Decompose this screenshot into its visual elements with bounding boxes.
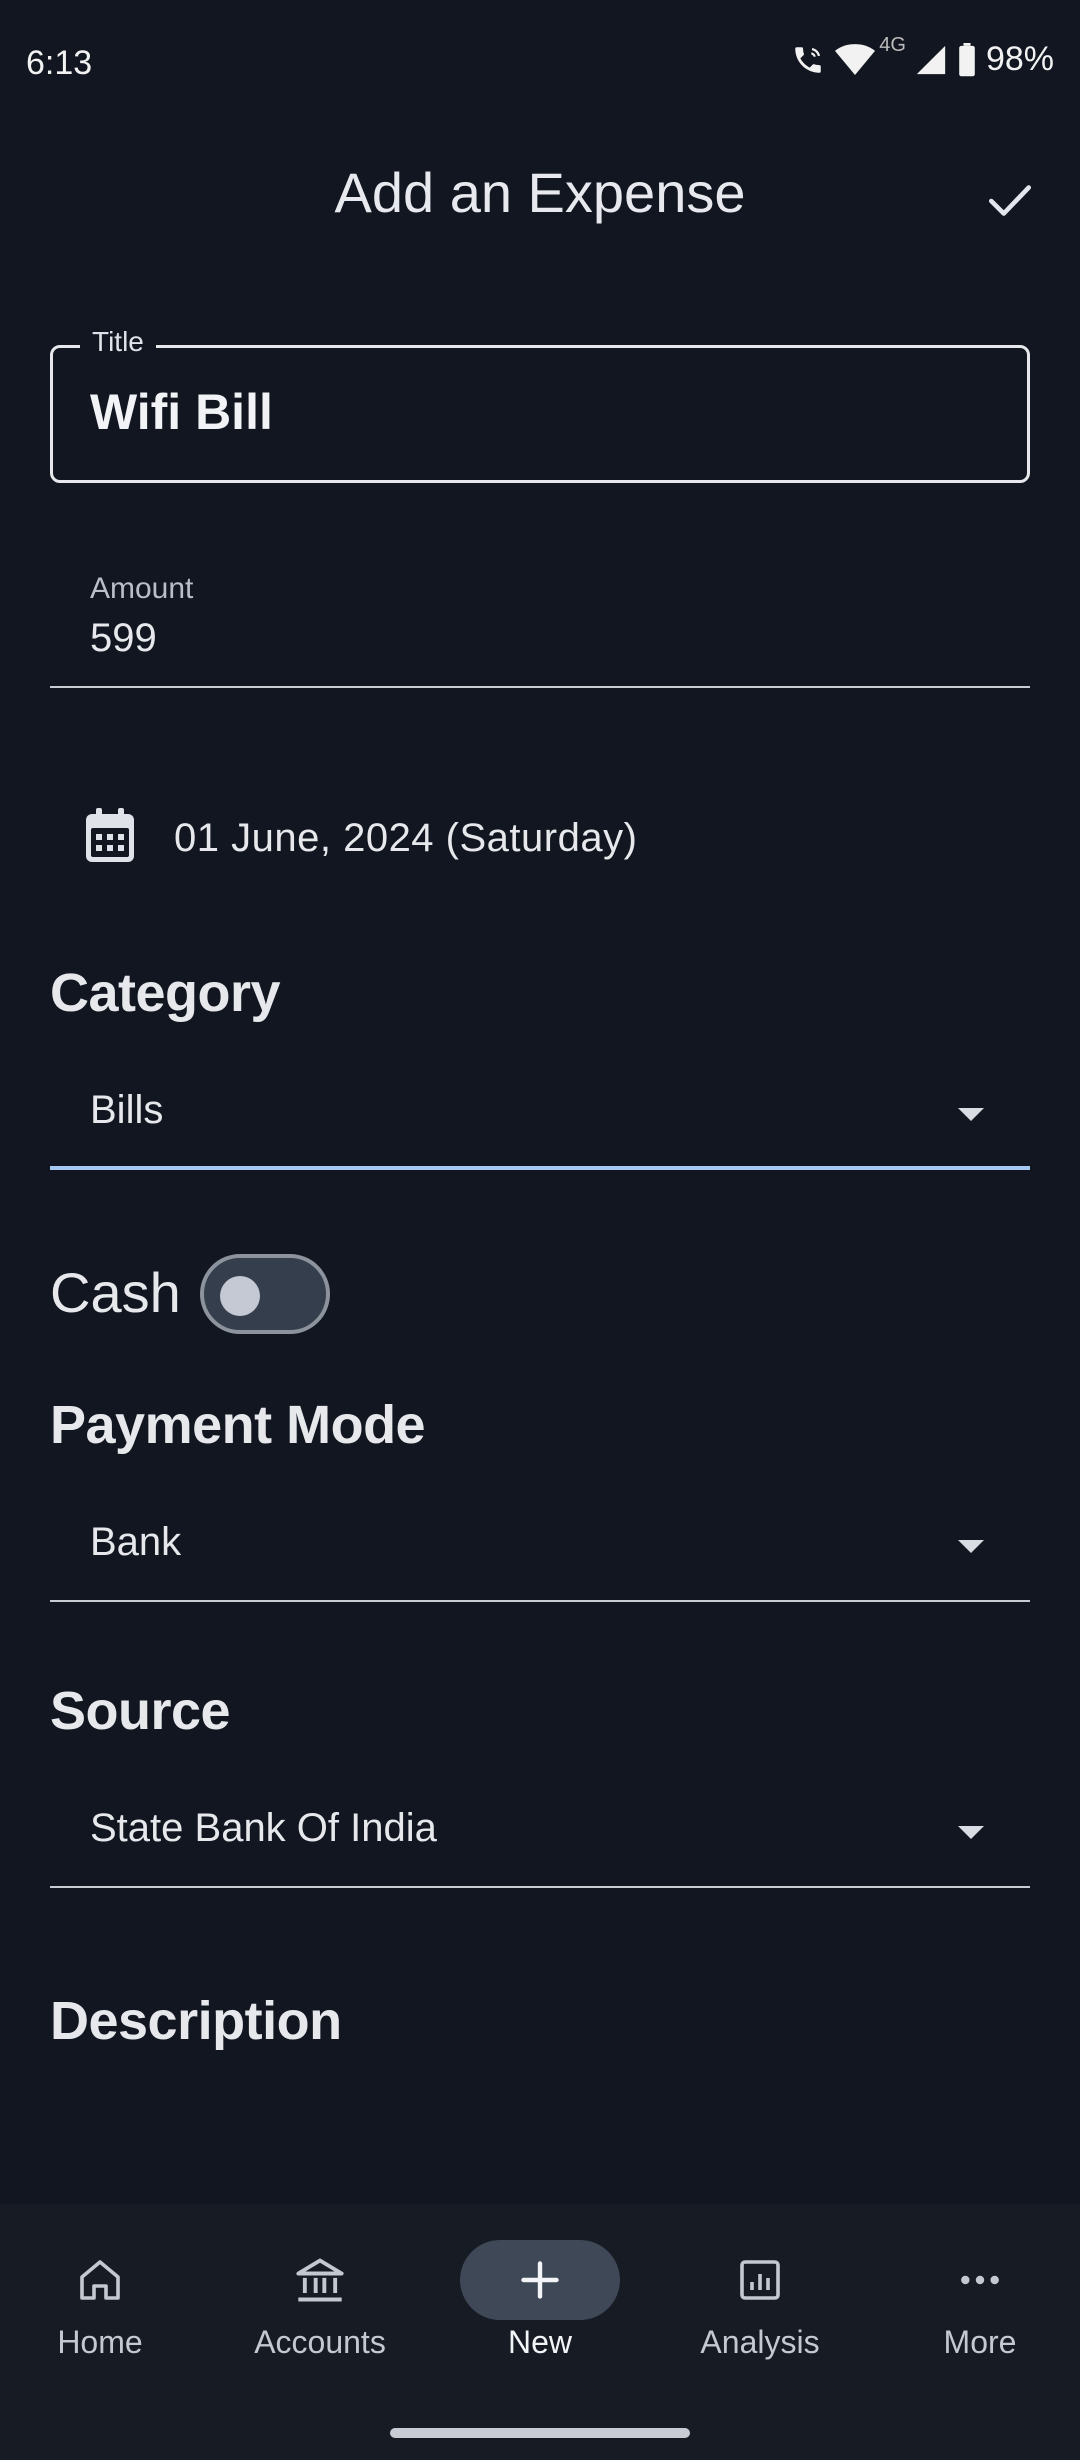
bank-icon	[240, 2240, 400, 2320]
battery-icon	[958, 42, 976, 77]
title-field-value[interactable]: Wifi Bill	[90, 383, 273, 441]
plus-icon	[460, 2240, 620, 2320]
more-horizontal-icon	[900, 2240, 1060, 2320]
date-value: 01 June, 2024 (Saturday)	[174, 816, 638, 860]
date-picker[interactable]: 01 June, 2024 (Saturday)	[84, 808, 637, 869]
calendar-icon	[84, 808, 136, 869]
cash-toggle[interactable]	[200, 1254, 330, 1334]
network-type-label: 4G	[879, 34, 906, 56]
dropdown-arrow-icon	[958, 1826, 984, 1839]
wifi-calling-icon	[791, 43, 825, 77]
signal-icon	[914, 43, 948, 77]
payment-mode-dropdown[interactable]: Bank	[50, 1492, 1030, 1602]
nav-new[interactable]: New	[440, 2204, 640, 2404]
title-field-label: Title	[80, 326, 156, 358]
bottom-navigation: Home Accounts New Analysis More	[0, 2204, 1080, 2460]
confirm-button[interactable]	[978, 170, 1042, 234]
dropdown-arrow-icon	[958, 1540, 984, 1553]
payment-mode-label: Payment Mode	[50, 1395, 426, 1455]
source-dropdown[interactable]: State Bank Of India	[50, 1778, 1030, 1888]
home-icon	[20, 2240, 180, 2320]
nav-accounts-label: Accounts	[254, 2324, 386, 2360]
amount-field-label: Amount	[90, 572, 194, 605]
page-title: Add an Expense	[334, 161, 746, 224]
nav-home-label: Home	[57, 2324, 143, 2360]
nav-analysis-label: Analysis	[700, 2324, 820, 2360]
payment-mode-underline	[50, 1600, 1030, 1602]
cash-label: Cash	[50, 1261, 181, 1324]
dropdown-arrow-icon	[958, 1108, 984, 1121]
wifi-icon	[835, 43, 876, 77]
status-icons: 4G 98%	[791, 34, 1054, 79]
analytics-icon	[680, 2240, 840, 2320]
category-underline	[50, 1166, 1030, 1170]
battery-percent: 98%	[985, 40, 1054, 78]
nav-accounts[interactable]: Accounts	[220, 2204, 420, 2404]
check-icon	[985, 175, 1035, 230]
nav-more-label: More	[943, 2324, 1017, 2360]
amount-field-underline	[50, 686, 1030, 688]
toggle-knob	[220, 1276, 260, 1316]
category-label: Category	[50, 963, 281, 1023]
category-value: Bills	[90, 1088, 164, 1132]
nav-more[interactable]: More	[880, 2204, 1080, 2404]
nav-new-label: New	[507, 2324, 572, 2360]
description-label: Description	[50, 1991, 342, 2051]
amount-field-value[interactable]: 599	[90, 616, 157, 661]
nav-home[interactable]: Home	[0, 2204, 200, 2404]
home-indicator[interactable]	[390, 2428, 690, 2438]
source-value: State Bank Of India	[90, 1806, 437, 1850]
status-time: 6:13	[26, 44, 93, 82]
source-underline	[50, 1886, 1030, 1888]
nav-analysis[interactable]: Analysis	[660, 2204, 860, 2404]
source-label: Source	[50, 1681, 231, 1741]
payment-mode-value: Bank	[90, 1520, 182, 1564]
category-dropdown[interactable]: Bills	[50, 1060, 1030, 1170]
